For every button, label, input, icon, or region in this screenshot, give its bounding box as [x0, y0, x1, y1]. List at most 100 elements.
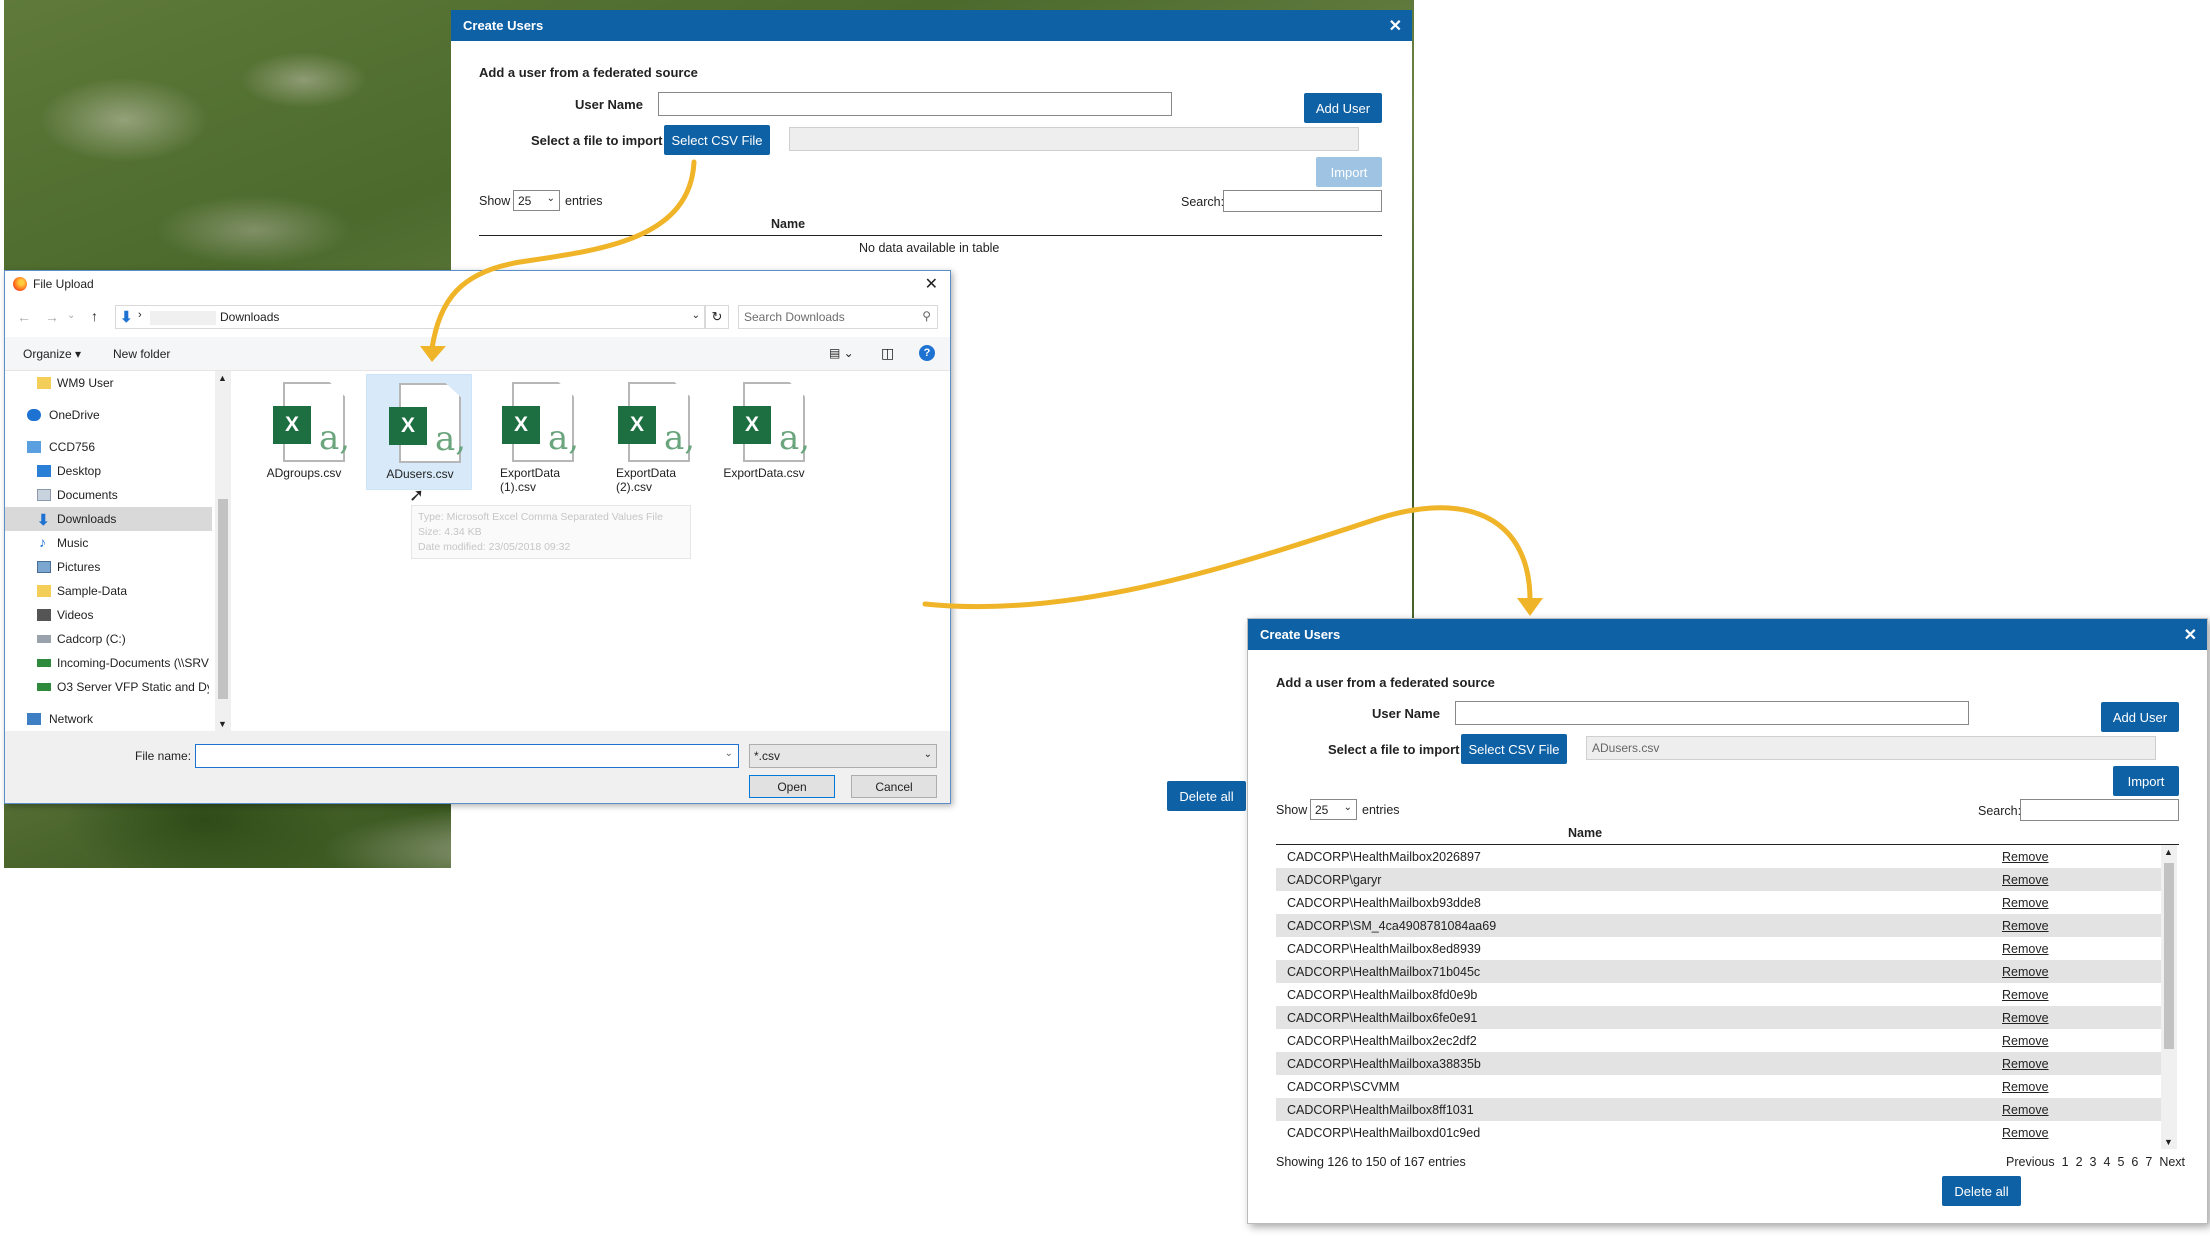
remove-link[interactable]: Remove	[2002, 873, 2049, 887]
nav-item-wm9-user[interactable]: WM9 User	[5, 371, 212, 395]
pagination-page[interactable]: 3	[2090, 1155, 2097, 1169]
forward-arrow-icon[interactable]: →	[45, 309, 59, 325]
search-downloads-input[interactable]: Search Downloads ⚲	[738, 305, 938, 329]
preview-pane-icon[interactable]: ◫	[881, 345, 894, 362]
file-exportdata-1[interactable]: X a, ExportData (1).csv	[480, 374, 586, 494]
pagination-page[interactable]: 4	[2104, 1155, 2111, 1169]
file-type-select[interactable]: *.csv ⌄	[749, 744, 937, 768]
remove-link[interactable]: Remove	[2002, 1034, 2049, 1048]
remove-link[interactable]: Remove	[2002, 896, 2049, 910]
select-csv-button[interactable]: Select CSV File	[1461, 734, 1567, 764]
search-input[interactable]	[1223, 190, 1382, 212]
remove-link[interactable]: Remove	[2002, 942, 2049, 956]
file-name-input[interactable]: ⌄	[195, 744, 739, 768]
excel-icon: X	[618, 406, 656, 444]
scroll-up-icon[interactable]: ▲	[2164, 847, 2173, 857]
chevron-down-icon[interactable]: ⌄	[67, 310, 75, 321]
selected-file-field[interactable]	[789, 127, 1359, 151]
nav-item-incoming-documents[interactable]: Incoming-Documents (\\SRV	[5, 651, 212, 675]
nav-item-o3-server[interactable]: O3 Server VFP Static and Dyna	[5, 675, 212, 699]
entries-select[interactable]: 25 ⌄	[1310, 799, 1357, 820]
chevron-down-icon: ⌄	[923, 749, 932, 760]
chevron-down-icon[interactable]: ⌄	[725, 748, 733, 759]
close-icon[interactable]: ✕	[925, 274, 938, 294]
nav-item-ccd756[interactable]: CCD756	[5, 435, 212, 459]
scroll-down-icon[interactable]: ▼	[218, 719, 227, 729]
file-exportdata[interactable]: X a, ExportData.csv	[711, 374, 817, 490]
pagination-page[interactable]: 1	[2062, 1155, 2069, 1169]
delete-all-button[interactable]: Delete all	[1942, 1176, 2021, 1206]
pagination-page[interactable]: 5	[2117, 1155, 2124, 1169]
entries-value: 25	[518, 193, 532, 208]
close-icon[interactable]: ✕	[1389, 16, 1402, 36]
remove-link[interactable]: Remove	[2002, 988, 2049, 1002]
nav-item-sample-data[interactable]: Sample-Data	[5, 579, 212, 603]
nav-item-music[interactable]: ♪ Music	[5, 531, 212, 555]
remove-link[interactable]: Remove	[2002, 1057, 2049, 1071]
cancel-button[interactable]: Cancel	[851, 775, 937, 798]
select-csv-button[interactable]: Select CSV File	[664, 125, 770, 155]
username-input[interactable]	[658, 92, 1172, 116]
refresh-button[interactable]: ↻	[705, 305, 729, 329]
remove-link[interactable]: Remove	[2002, 919, 2049, 933]
selected-file-field[interactable]: ADusers.csv	[1586, 736, 2156, 760]
dialog-title: Create Users	[463, 18, 544, 33]
pagination-page[interactable]: 7	[2145, 1155, 2152, 1169]
pagination-previous[interactable]: Previous	[2006, 1155, 2055, 1169]
pagination: Previous 1 2 3 4 5 6 7 Next	[2006, 1155, 2185, 1169]
username-input[interactable]	[1455, 701, 1969, 725]
showing-entries-text: Showing 126 to 150 of 167 entries	[1276, 1155, 1466, 1169]
remove-link[interactable]: Remove	[2002, 1103, 2049, 1117]
nav-item-videos[interactable]: Videos	[5, 603, 212, 627]
nav-item-onedrive[interactable]: OneDrive	[5, 403, 212, 427]
remove-link[interactable]: Remove	[2002, 1126, 2049, 1140]
search-input[interactable]	[2020, 799, 2179, 821]
column-header-name[interactable]: Name	[1568, 826, 1602, 840]
help-icon[interactable]: ?	[919, 345, 935, 361]
address-bar[interactable]: ⬇ › Downloads ⌄	[115, 305, 705, 329]
file-adusers[interactable]: X a, ADusers.csv	[366, 374, 472, 490]
remove-link[interactable]: Remove	[2002, 850, 2049, 864]
open-button[interactable]: Open	[749, 775, 835, 798]
scroll-up-icon[interactable]: ▲	[218, 373, 227, 383]
pagination-page[interactable]: 6	[2131, 1155, 2138, 1169]
nav-item-documents[interactable]: Documents	[5, 483, 212, 507]
back-arrow-icon[interactable]: ←	[17, 309, 31, 325]
column-header-name[interactable]: Name	[771, 217, 805, 231]
search-icon: ⚲	[922, 309, 931, 323]
scrollbar-thumb[interactable]	[2164, 863, 2174, 1049]
entries-select[interactable]: 25 ⌄	[513, 190, 560, 211]
close-icon[interactable]: ✕	[2184, 625, 2197, 645]
new-folder-button[interactable]: New folder	[113, 347, 170, 361]
nav-scrollbar[interactable]: ▲ ▼	[215, 371, 231, 731]
pagination-page[interactable]: 2	[2076, 1155, 2083, 1169]
nav-item-network[interactable]: Network	[5, 707, 212, 731]
remove-link[interactable]: Remove	[2002, 1011, 2049, 1025]
folder-icon	[37, 377, 51, 389]
pagination-next[interactable]: Next	[2159, 1155, 2185, 1169]
add-user-button[interactable]: Add User	[1304, 93, 1382, 123]
username-label: User Name	[1372, 706, 1440, 721]
chevron-down-icon[interactable]: ⌄	[692, 310, 700, 321]
import-button[interactable]: Import	[2113, 766, 2179, 796]
nav-item-downloads[interactable]: ⬇ Downloads	[5, 507, 212, 531]
nav-item-cadcorp-c[interactable]: Cadcorp (C:)	[5, 627, 212, 651]
scrollbar-thumb[interactable]	[218, 499, 228, 699]
up-arrow-icon[interactable]: ↑	[91, 308, 98, 324]
organize-button[interactable]: Organize ▾	[23, 347, 81, 361]
excel-icon: X	[502, 406, 540, 444]
table-scrollbar[interactable]: ▲ ▼	[2161, 845, 2177, 1149]
delete-all-button[interactable]: Delete all	[1167, 781, 1246, 811]
file-exportdata-2[interactable]: X a, ExportData (2).csv	[596, 374, 702, 494]
file-adgroups[interactable]: X a, ADgroups.csv	[251, 374, 357, 490]
remove-link[interactable]: Remove	[2002, 965, 2049, 979]
scroll-down-icon[interactable]: ▼	[2164, 1137, 2173, 1147]
import-button[interactable]: Import	[1316, 157, 1382, 187]
breadcrumb-downloads[interactable]: Downloads	[220, 310, 279, 324]
view-options-icon[interactable]: ▤ ⌄	[829, 346, 854, 360]
nav-item-pictures[interactable]: Pictures	[5, 555, 212, 579]
add-user-button[interactable]: Add User	[2101, 702, 2179, 732]
nav-item-desktop[interactable]: Desktop	[5, 459, 212, 483]
remove-link[interactable]: Remove	[2002, 1080, 2049, 1094]
file-dialog-footer: File name: ⌄ *.csv ⌄ Open Cancel	[5, 731, 950, 803]
